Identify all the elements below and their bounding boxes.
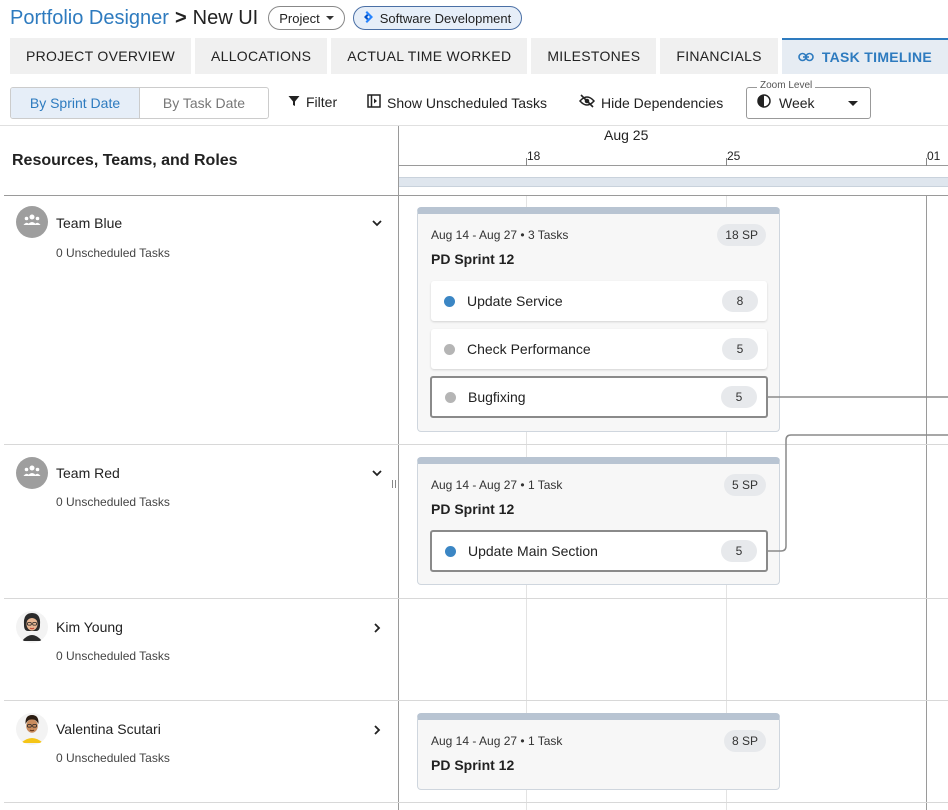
dependency-line (768, 434, 948, 552)
dependency-lines (768, 396, 948, 552)
